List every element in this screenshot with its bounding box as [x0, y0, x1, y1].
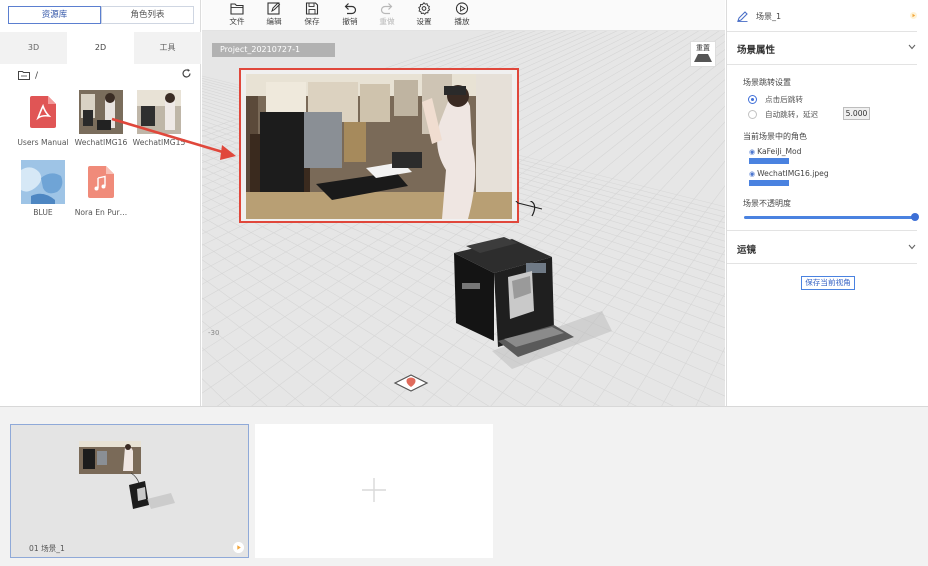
edit-button[interactable]: 编辑: [259, 2, 289, 27]
coffee-machine-model[interactable]: [432, 201, 622, 376]
divider: [727, 64, 917, 65]
pencil-icon[interactable]: [737, 10, 748, 22]
role-color-bar: [749, 158, 789, 164]
plus-icon: [362, 478, 386, 502]
file-button[interactable]: 文件: [222, 2, 252, 27]
scene-thumbnail: [79, 441, 175, 509]
radio-dot[interactable]: [748, 95, 757, 104]
asset-item[interactable]: WechatIMG15: [130, 90, 188, 147]
axis-label: -30: [208, 329, 220, 337]
photo-thumbnail: [79, 90, 123, 134]
section-scene-properties[interactable]: 场景属性: [737, 42, 775, 56]
radio-click-jump[interactable]: 点击后跳转: [748, 94, 803, 105]
tab-role-list[interactable]: 角色列表: [101, 6, 194, 24]
folder-path: /: [18, 68, 194, 84]
play-indicator-icon[interactable]: [910, 12, 917, 19]
divider: [727, 31, 917, 32]
asset-label: Users Manual: [17, 138, 69, 147]
add-scene-card[interactable]: [255, 424, 493, 558]
role-item[interactable]: ◉ KaFeiJi_Mod: [749, 147, 802, 164]
roles-title: 当前场景中的角色: [743, 132, 807, 141]
gear-icon: [418, 2, 431, 15]
section-camera-move[interactable]: 运镜: [737, 242, 756, 256]
project-name-tag: Project_20210727-1: [212, 43, 335, 57]
tab-tools[interactable]: 工具: [134, 32, 201, 64]
radio-dot[interactable]: [748, 110, 757, 119]
eye-icon[interactable]: ◉: [749, 148, 755, 156]
asset-label: BLUE: [33, 208, 53, 217]
slider-knob[interactable]: [911, 213, 919, 221]
divider: [727, 230, 917, 231]
scene-viewport[interactable]: Project_20210727-1 重置 -30: [202, 31, 725, 406]
play-icon: [455, 2, 469, 15]
opacity-title: 场景不透明度: [743, 199, 791, 208]
scene-card[interactable]: 01 场景_1: [10, 424, 249, 558]
pdf-icon: [21, 90, 65, 134]
save-current-view-button[interactable]: 保存当前视角: [801, 276, 855, 290]
asset-item[interactable]: BLUE: [14, 160, 72, 217]
image-thumbnail: [21, 160, 65, 204]
origin-marker-icon[interactable]: [393, 373, 429, 393]
edit-icon: [267, 2, 281, 15]
asset-label: Nora En Pur…: [74, 208, 128, 217]
asset-item[interactable]: Nora En Pur…: [72, 160, 130, 217]
chevron-down-icon[interactable]: [908, 44, 916, 50]
save-button[interactable]: 保存: [297, 2, 327, 27]
undo-icon: [344, 3, 357, 15]
scene-card-label: 01 场景_1: [29, 544, 65, 553]
tab-2d[interactable]: 2D: [67, 32, 134, 64]
scene-name: 场景_1: [756, 11, 782, 21]
asset-item[interactable]: WechatIMG16: [72, 90, 130, 147]
selected-photo-object[interactable]: [239, 68, 519, 223]
play-button[interactable]: 播放: [447, 2, 477, 27]
scene-name-row: 场景_1: [737, 8, 917, 24]
jump-settings-title: 场景跳转设置: [743, 78, 791, 87]
asset-library-panel: 资源库 角色列表 3D 2D 工具 / Users Manual WechatI…: [0, 0, 201, 406]
scene-timeline: 01 场景_1: [0, 406, 928, 566]
play-icon[interactable]: [233, 542, 244, 553]
properties-panel: 场景_1 场景属性 场景跳转设置 点击后跳转 自动跳转，延迟 5.000 当前场…: [726, 0, 928, 406]
undo-button[interactable]: 撤销: [335, 2, 365, 27]
audio-file-icon: [79, 160, 123, 204]
folder-icon: [230, 3, 244, 15]
wechat-image-plane: [246, 74, 512, 219]
settings-button[interactable]: 设置: [409, 2, 439, 27]
ground-plane-icon: [694, 54, 712, 62]
asset-label: WechatIMG15: [132, 138, 186, 147]
radio-auto-jump[interactable]: 自动跳转，延迟: [748, 109, 818, 120]
chevron-down-icon[interactable]: [908, 244, 916, 250]
asset-item[interactable]: Users Manual: [14, 90, 72, 147]
refresh-icon[interactable]: [181, 68, 192, 82]
redo-button[interactable]: 重做: [372, 2, 402, 27]
asset-type-tabs: 3D 2D 工具: [0, 32, 201, 64]
folder-path-text: /: [35, 71, 39, 81]
save-icon: [305, 2, 319, 15]
tab-resource-library[interactable]: 资源库: [8, 6, 101, 24]
reset-view-button[interactable]: 重置: [690, 41, 716, 67]
opacity-slider[interactable]: [744, 213, 919, 221]
role-item[interactable]: ◉ WechatIMG16.jpeg: [749, 169, 829, 186]
folder-icon[interactable]: [18, 70, 30, 83]
role-color-bar: [749, 180, 789, 186]
tab-3d[interactable]: 3D: [0, 32, 67, 64]
eye-icon[interactable]: ◉: [749, 170, 755, 178]
delay-input[interactable]: 5.000: [843, 107, 870, 120]
app-root: 资源库 角色列表 3D 2D 工具 / Users Manual WechatI…: [0, 0, 928, 566]
library-tabs: 资源库 角色列表: [8, 6, 194, 24]
main-toolbar: 文件 编辑 保存 撤销 重做 设置 播放: [202, 0, 725, 31]
photo-thumbnail: [137, 90, 181, 134]
asset-label: WechatIMG16: [74, 138, 128, 147]
redo-icon: [380, 3, 393, 15]
divider: [727, 263, 917, 264]
